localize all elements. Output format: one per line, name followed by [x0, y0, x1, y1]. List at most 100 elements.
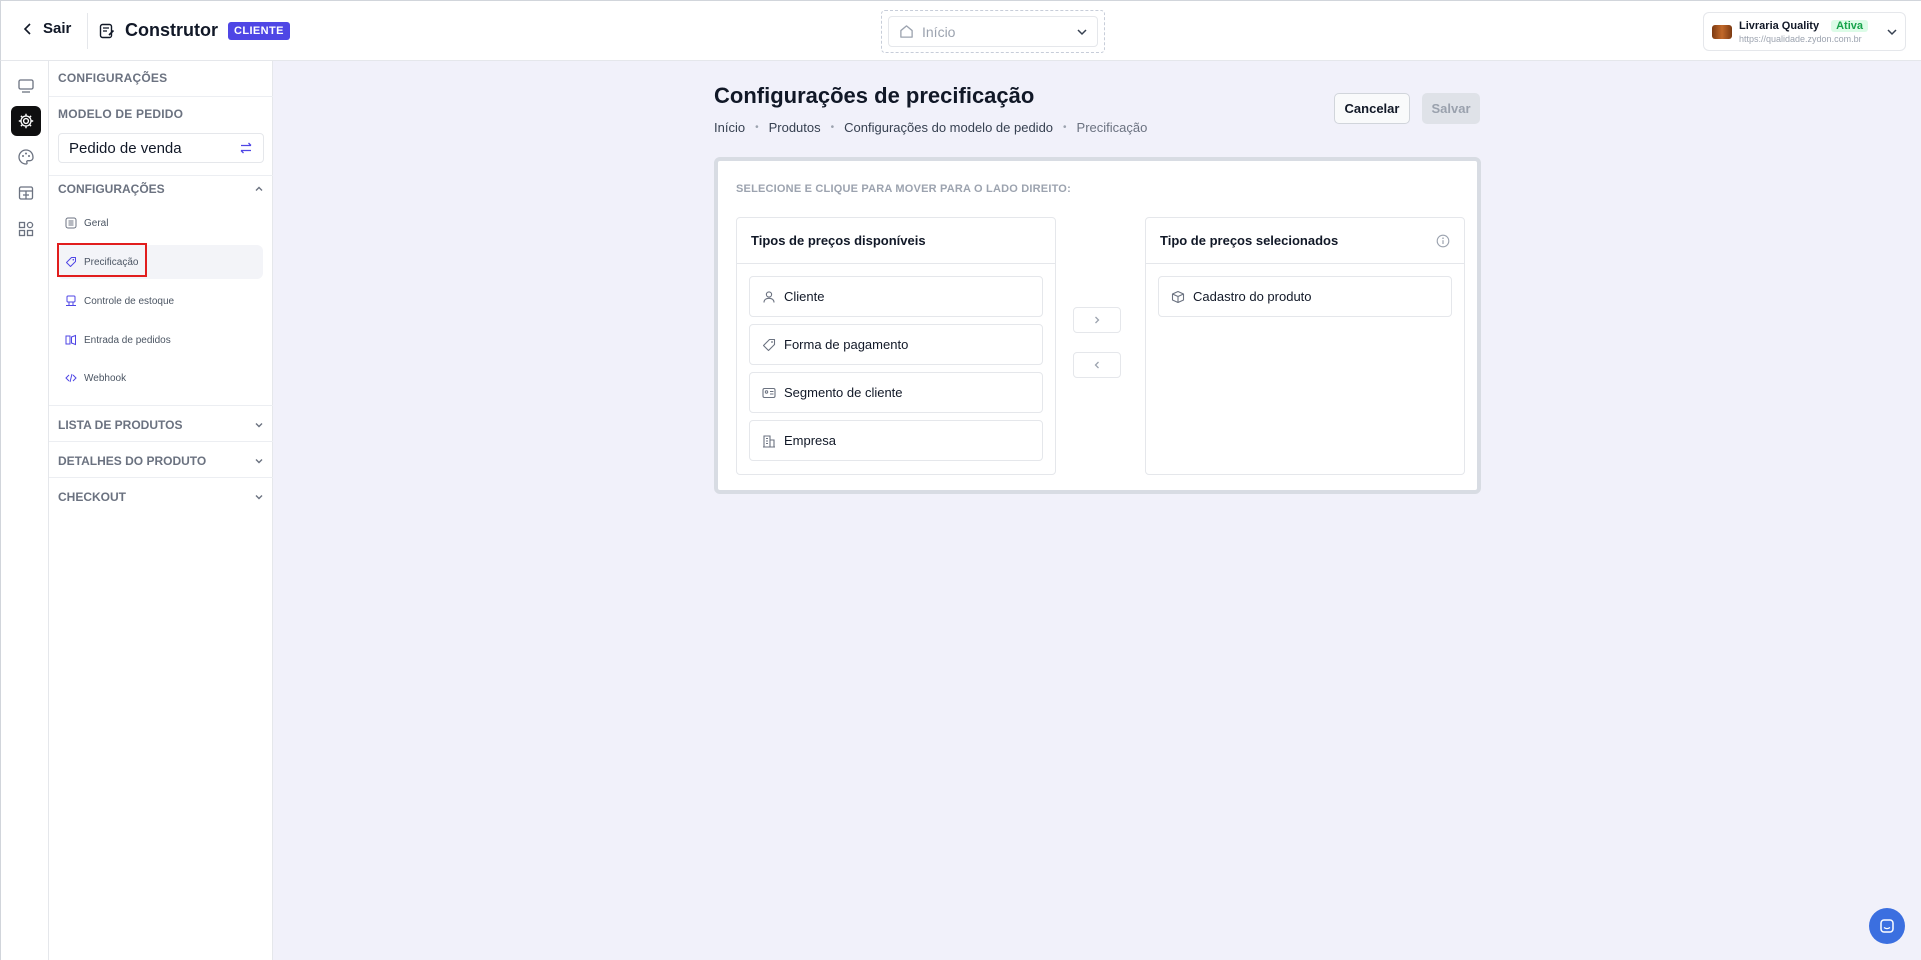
option-label: Segmento de cliente [784, 385, 903, 400]
chevron-down-icon [1887, 28, 1897, 35]
breadcrumb: Início • Produtos • Configurações do mod… [714, 120, 1147, 135]
breadcrumb-item[interactable]: Configurações do modelo de pedido [844, 120, 1053, 135]
header-divider [87, 13, 88, 49]
section-label: CHECKOUT [58, 490, 126, 504]
chevron-left-icon [23, 22, 31, 35]
chevron-right-icon [1095, 316, 1100, 324]
list-icon [65, 217, 77, 229]
exit-label: Sair [43, 20, 72, 37]
option-cadastro-do-produto[interactable]: Cadastro do produto [1158, 276, 1452, 317]
chevron-down-icon [255, 423, 263, 428]
page-title: Construtor [125, 20, 218, 40]
option-segmento-de-cliente[interactable]: Segmento de cliente [749, 372, 1043, 413]
swap-icon [240, 142, 252, 154]
chat-icon [1880, 919, 1894, 933]
instruction-text: SELECIONE E CLIQUE PARA MOVER PARA O LAD… [736, 183, 1071, 195]
section-detalhes-do-produto[interactable]: DETALHES DO PRODUTO [58, 454, 264, 468]
chevron-left-icon [1094, 361, 1099, 369]
cancel-button[interactable]: Cancelar [1334, 93, 1410, 124]
option-empresa[interactable]: Empresa [749, 420, 1043, 461]
section-label: CONFIGURAÇÕES [58, 182, 165, 196]
selection-highlight-box [57, 243, 147, 277]
breadcrumb-item[interactable]: Início [714, 120, 745, 135]
breadcrumb-separator: • [1063, 122, 1067, 133]
builder-icon [99, 23, 115, 38]
rail-settings-button[interactable] [11, 106, 41, 136]
divider [49, 441, 273, 442]
move-right-button[interactable] [1073, 307, 1121, 333]
page-select[interactable]: Início [888, 16, 1098, 47]
divider [49, 405, 273, 406]
sidebar-item-label: Entrada de pedidos [84, 334, 171, 346]
section-configuracoes[interactable]: CONFIGURAÇÕES [58, 182, 264, 196]
sidebar-title: CONFIGURAÇÕES [58, 71, 168, 85]
option-forma-de-pagamento[interactable]: Forma de pagamento [749, 324, 1043, 365]
chat-launcher-button[interactable] [1869, 908, 1905, 944]
chevron-up-icon [255, 186, 263, 191]
option-label: Forma de pagamento [784, 337, 909, 352]
store-switcher[interactable]: Livraria Quality Ativa https://qualidade… [1703, 12, 1906, 51]
store-icon [18, 186, 34, 200]
panel-header: Tipo de preços selecionados [1146, 218, 1464, 264]
rail-theme-button[interactable] [11, 142, 41, 172]
pricing-transfer-card: SELECIONE E CLIQUE PARA MOVER PARA O LAD… [714, 157, 1481, 494]
user-icon [763, 290, 775, 303]
sidebar-item-geral[interactable]: Geral [57, 206, 263, 240]
sidebar-item-webhook[interactable]: Webhook [57, 361, 263, 395]
store-logo [1712, 24, 1732, 39]
section-label: LISTA DE PRODUTOS [58, 418, 183, 432]
selected-price-types-panel: Tipo de preços selecionados Cadastro do … [1145, 217, 1465, 475]
sidebar-item-entrada-de-pedidos[interactable]: Entrada de pedidos [57, 323, 263, 357]
tag-icon [762, 338, 776, 351]
settings-sidebar: CONFIGURAÇÕES MODELO DE PEDIDO Pedido de… [49, 61, 273, 960]
main-title: Configurações de precificação [714, 83, 1035, 108]
layout-icon [18, 79, 34, 93]
code-icon [65, 373, 77, 383]
store-url: https://qualidade.zydon.com.br [1739, 33, 1862, 44]
page-select-value: Início [922, 23, 956, 40]
order-model-select[interactable]: Pedido de venda [58, 133, 264, 163]
move-left-button[interactable] [1073, 352, 1121, 378]
box-icon [66, 295, 76, 306]
sidebar-item-label: Webhook [84, 372, 127, 384]
panel-title: Tipos de preços disponíveis [737, 218, 1055, 264]
save-button[interactable]: Salvar [1422, 93, 1480, 124]
section-checkout[interactable]: CHECKOUT [58, 490, 264, 504]
rail-apps-button[interactable] [11, 214, 41, 244]
section-lista-de-produtos[interactable]: LISTA DE PRODUTOS [58, 418, 264, 432]
option-label: Empresa [784, 433, 837, 448]
breadcrumb-separator: • [755, 122, 759, 133]
funnel-icon [65, 334, 76, 346]
chevron-down-icon [1077, 28, 1087, 35]
gear-icon [18, 113, 34, 129]
top-header: Sair Construtor CLIENTE Início Livraria … [0, 0, 1921, 61]
option-cliente[interactable]: Cliente [749, 276, 1043, 317]
info-icon[interactable] [1436, 234, 1450, 248]
sidebar-item-label: Geral [84, 217, 109, 229]
option-label: Cliente [784, 289, 825, 304]
panel-title: Tipo de preços selecionados [1160, 233, 1339, 248]
id-card-icon [762, 387, 776, 398]
rail-store-button[interactable] [11, 178, 41, 208]
icon-rail [0, 61, 49, 960]
model-heading: MODELO DE PEDIDO [58, 107, 184, 121]
sidebar-item-label: Controle de estoque [84, 295, 175, 307]
option-label: Cadastro do produto [1193, 289, 1312, 304]
sidebar-item-controle-de-estoque[interactable]: Controle de estoque [57, 284, 263, 318]
order-model-value: Pedido de venda [69, 139, 182, 157]
palette-icon [18, 149, 34, 165]
breadcrumb-item[interactable]: Produtos [769, 120, 821, 135]
breadcrumb-separator: • [830, 122, 835, 133]
chevron-down-icon [255, 495, 263, 500]
chevron-down-icon [255, 459, 263, 464]
exit-button[interactable]: Sair [23, 20, 71, 37]
store-name: Livraria Quality [1739, 19, 1820, 32]
divider [49, 96, 273, 97]
home-icon [900, 25, 913, 38]
section-label: DETALHES DO PRODUTO [58, 454, 207, 468]
builder-title-group: Construtor CLIENTE [99, 20, 290, 41]
divider [49, 175, 273, 176]
building-icon [763, 434, 775, 448]
cliente-badge: CLIENTE [228, 21, 290, 40]
rail-layout-button[interactable] [11, 71, 41, 101]
